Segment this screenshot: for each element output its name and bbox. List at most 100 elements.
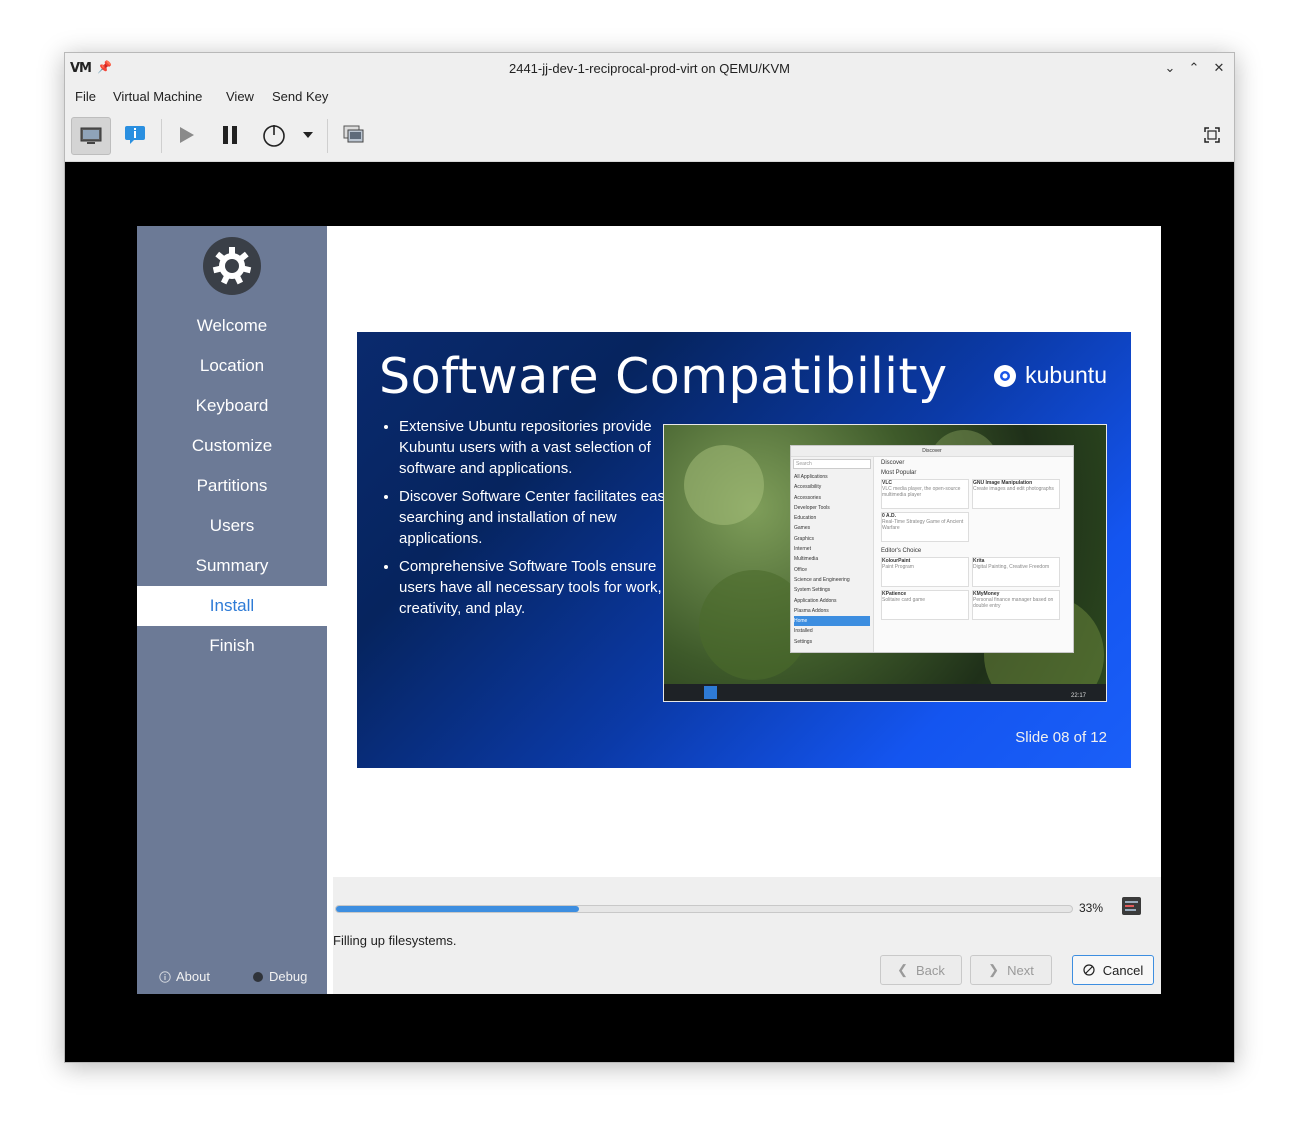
pause-button[interactable] [213, 117, 247, 153]
installer-sidebar: Welcome Location Keyboard Customize Part… [137, 226, 327, 994]
taskbar-clock: 22:17 [1070, 693, 1086, 699]
console-icon [80, 127, 102, 144]
details-button[interactable] [117, 117, 153, 153]
category-item: Science and Engineering [794, 576, 850, 583]
step-summary: Summary [195, 556, 269, 575]
app-card: KPatience Solitaire card game [881, 590, 969, 620]
snapshots-icon [343, 125, 364, 143]
power-icon [263, 125, 285, 147]
debug-label: Debug [269, 969, 308, 984]
menu-view[interactable]: View [226, 89, 254, 104]
next-label: Next [1007, 962, 1034, 978]
maximize-icon[interactable]: ⌃ [1185, 59, 1203, 77]
category-item: Education [794, 515, 817, 522]
back-button[interactable]: ❮ Back [880, 955, 962, 985]
discover-window: Discover Search All Applications Accessi… [790, 445, 1074, 653]
power-dropdown[interactable] [297, 117, 319, 153]
bullet-list: Extensive Ubuntu repositories provide Ku… [381, 416, 689, 626]
vm-window: VM 📌 2441-jj-dev-1-reciprocal-prod-virt … [64, 52, 1235, 1063]
bullet-item: Comprehensive Software Tools ensure user… [399, 556, 689, 619]
step-keyboard: Keyboard [195, 396, 269, 415]
about-label: About [176, 969, 210, 984]
details-icon [125, 126, 145, 144]
slideshow-area: Software Compatibility kubuntu Extensive… [333, 232, 1155, 877]
discover-heading: Discover [881, 460, 905, 466]
discover-content: Discover Most Popular VLC VLC media playe… [881, 460, 1067, 620]
next-button[interactable]: ❯ Next [970, 955, 1052, 985]
app-desc: Create images and edit photographs [973, 486, 1054, 492]
step-welcome: Welcome [196, 316, 268, 335]
category-item: Settings [794, 638, 813, 645]
fullscreen-button[interactable] [1197, 117, 1227, 153]
about-button[interactable]: About [159, 969, 210, 984]
app-card: 0 A.D. Real-Time Strategy Game of Ancient… [881, 512, 969, 542]
category-item: Multimedia [794, 556, 819, 563]
category-item: Developer Tools [794, 504, 830, 511]
app-desc: Solitaire card game [882, 597, 926, 603]
category-item: Home [794, 616, 870, 627]
progress-panel: 33% Filling up filesystems. ❮ Back ❯ Nex… [333, 877, 1161, 994]
console-button[interactable] [71, 117, 111, 155]
chevron-right-icon: ❯ [988, 962, 1000, 977]
close-icon[interactable]: ✕ [1210, 59, 1228, 77]
menu-send-key[interactable]: Send Key [272, 89, 328, 104]
discover-categories: All Applications Accessibility Accessori… [791, 471, 873, 648]
info-icon [159, 970, 171, 983]
menu-bar: File Virtual Machine View Send Key [65, 83, 1234, 111]
category-item: Installed [794, 628, 813, 635]
slide-number: Slide 08 of 12 [1015, 729, 1107, 746]
discover-search: Search [793, 459, 871, 469]
guest-screen[interactable]: Welcome Location Keyboard Customize Part… [137, 226, 1161, 994]
app-desc: Personal finance manager based on double… [973, 597, 1054, 609]
app-card: KMyMoney Personal finance manager based o… [972, 590, 1060, 620]
fullscreen-icon [1204, 127, 1220, 143]
debug-button[interactable]: Debug [252, 969, 307, 984]
progress-bar [335, 905, 1073, 913]
dropdown-icon [303, 132, 313, 138]
menu-file[interactable]: File [75, 89, 96, 104]
app-card: GNU Image Manipulation Create images and … [972, 479, 1060, 509]
progress-fill [336, 906, 579, 912]
category-item: Games [794, 525, 811, 532]
step-customize: Customize [191, 436, 273, 455]
app-desc: VLC media player, the open-source multim… [882, 486, 961, 498]
kubuntu-brand: kubuntu [993, 362, 1107, 389]
category-item: Accessibility [794, 484, 822, 491]
category-item: Plasma Addons [794, 607, 829, 614]
back-label: Back [916, 962, 945, 978]
debug-icon [253, 971, 263, 982]
category-item: Accessories [794, 494, 821, 501]
app-desc: Paint Program [882, 564, 914, 570]
status-text: Filling up filesystems. [333, 933, 457, 948]
cancel-button[interactable]: Cancel [1072, 955, 1154, 985]
run-button[interactable] [169, 117, 203, 153]
cancel-icon [1083, 964, 1095, 976]
progress-percent: 33% [1079, 901, 1104, 915]
show-log-button[interactable] [1122, 897, 1141, 915]
app-card: Krita Digital Painting, Creative Freedom [972, 557, 1060, 587]
app-card: KolourPaint Paint Program [881, 557, 969, 587]
category-item: Graphics [794, 535, 815, 542]
step-location: Location [199, 356, 265, 375]
category-item: Internet [794, 546, 811, 553]
category-item: All Applications [794, 474, 828, 480]
window-title: 2441-jj-dev-1-reciprocal-prod-virt on QE… [508, 61, 791, 76]
app-desc: Digital Painting, Creative Freedom [973, 564, 1050, 570]
kde-logo-icon [203, 237, 261, 295]
discover-screenshot: Discover Search All Applications Accessi… [663, 424, 1107, 702]
step-partitions: Partitions [196, 476, 268, 495]
log-icon [1125, 901, 1138, 911]
cancel-label: Cancel [1102, 962, 1144, 978]
slide-title: Software Compatibility [379, 348, 948, 405]
minimize-icon[interactable]: ⌄ [1161, 59, 1179, 77]
bullet-item: Discover Software Center facilitates eas… [399, 486, 689, 549]
menu-virtual-machine[interactable]: Virtual Machine [113, 89, 202, 104]
discover-sidebar: Search All Applications Accessibility Ac… [791, 457, 874, 652]
snapshots-button[interactable] [337, 117, 371, 153]
chevron-left-icon: ❮ [897, 962, 908, 977]
app-desc: Real-Time Strategy Game of Ancient Warfa… [882, 519, 964, 531]
pause-icon [223, 126, 237, 144]
step-finish: Finish [209, 636, 255, 655]
power-button[interactable] [257, 117, 291, 153]
category-item: Office [794, 566, 807, 573]
